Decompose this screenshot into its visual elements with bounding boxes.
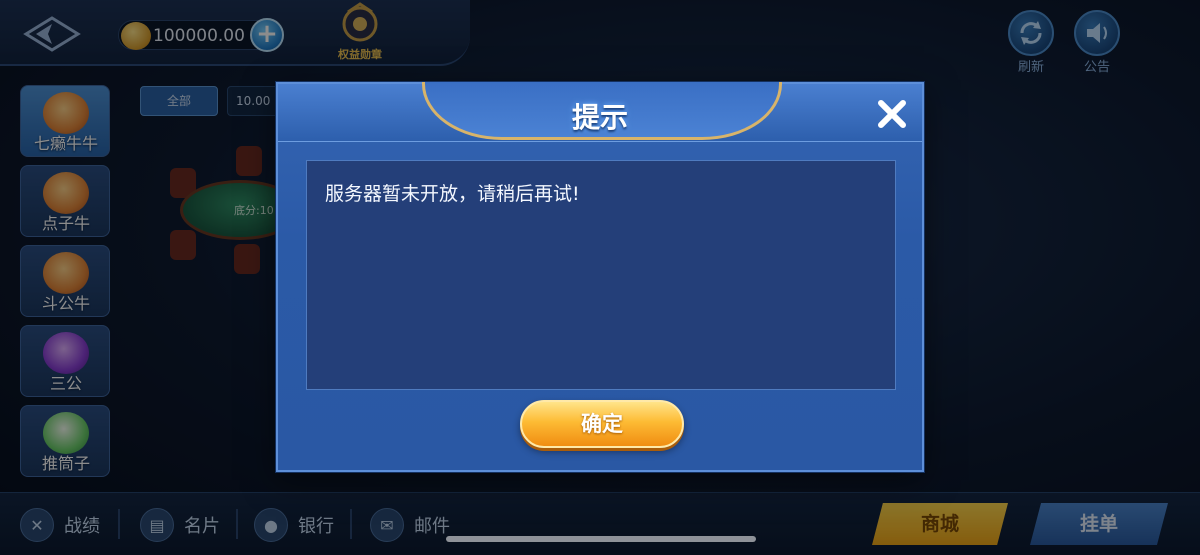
message-box: 服务器暂未开放，请稍后再试! xyxy=(306,160,896,390)
close-icon xyxy=(878,100,906,128)
alert-dialog: 提示 服务器暂未开放，请稍后再试! 确定 xyxy=(276,82,924,472)
home-indicator[interactable] xyxy=(446,536,756,542)
dialog-title: 提示 xyxy=(571,101,628,134)
dialog-message: 服务器暂未开放，请稍后再试! xyxy=(325,183,580,205)
close-button[interactable] xyxy=(870,92,914,136)
dialog-header: 提示 xyxy=(278,82,922,142)
confirm-button[interactable]: 确定 xyxy=(520,400,684,448)
